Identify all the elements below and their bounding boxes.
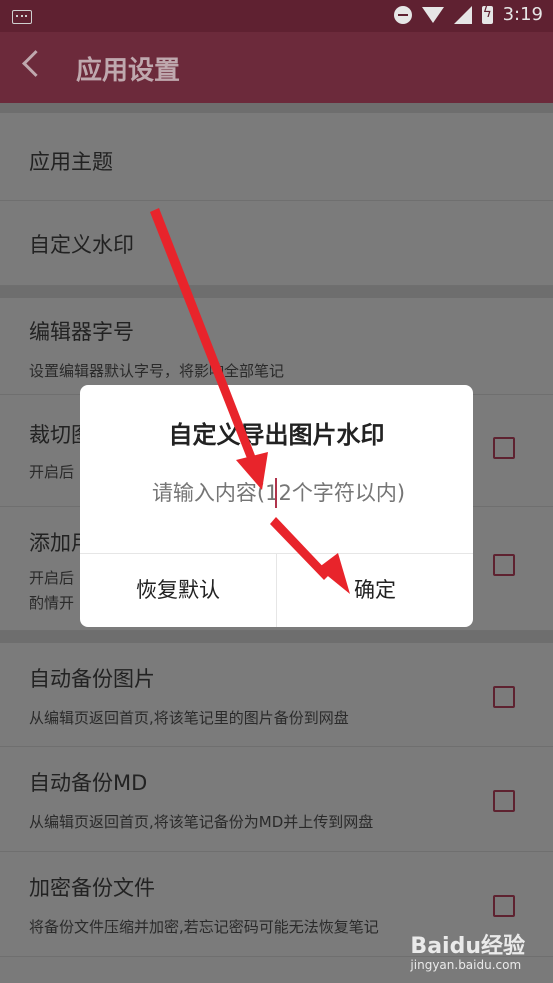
back-arrow-icon[interactable] xyxy=(22,50,49,77)
setting-desc: 酌情开 xyxy=(29,594,75,612)
setting-label: 自定义水印 xyxy=(29,233,134,257)
divider xyxy=(0,286,553,298)
watermark-brand: Baidu经验 xyxy=(410,934,525,959)
divider xyxy=(0,631,553,643)
setting-label: 自动备份MD xyxy=(29,771,148,795)
baidu-watermark: Baidu经验 jingyan.baidu.com xyxy=(410,928,525,972)
divider xyxy=(0,103,553,113)
setting-auto-backup-md[interactable]: 自动备份MD 从编辑页返回首页,将该笔记备份为MD并上传到网盘 xyxy=(0,747,553,852)
checkbox[interactable] xyxy=(493,790,515,812)
checkbox[interactable] xyxy=(493,895,515,917)
setting-label: 编辑器字号 xyxy=(29,320,134,344)
watermark-dialog: 自定义导出图片水印 恢复默认 确定 xyxy=(80,385,473,627)
setting-app-theme[interactable]: 应用主题 xyxy=(0,113,553,201)
setting-auto-backup-images[interactable]: 自动备份图片 从编辑页返回首页,将该笔记里的图片备份到网盘 xyxy=(0,643,553,747)
setting-desc: 设置编辑器默认字号，将影响全部笔记 xyxy=(29,362,285,380)
setting-desc: 开启后 xyxy=(29,463,75,481)
dialog-title: 自定义导出图片水印 xyxy=(168,421,385,449)
reset-default-button[interactable]: 恢复默认 xyxy=(80,553,276,627)
text-cursor xyxy=(275,478,277,508)
do-not-disturb-icon xyxy=(393,5,412,24)
setting-desc: 将备份文件压缩并加密,若忘记密码可能无法恢复笔记 xyxy=(29,918,379,936)
setting-label: 加密备份文件 xyxy=(29,876,155,900)
setting-editor-font-size[interactable]: 编辑器字号 设置编辑器默认字号，将影响全部笔记 xyxy=(0,298,553,395)
app-bar: 应用设置 xyxy=(0,32,553,103)
setting-label: 自动备份图片 xyxy=(29,667,155,691)
watermark-url: jingyan.baidu.com xyxy=(410,958,522,972)
status-bar: 3:19 xyxy=(0,0,553,32)
wifi-icon xyxy=(421,6,444,23)
keyboard-icon xyxy=(12,10,32,24)
checkbox[interactable] xyxy=(493,686,515,708)
setting-desc: 从编辑页返回首页,将该笔记备份为MD并上传到网盘 xyxy=(29,813,374,831)
setting-desc: 从编辑页返回首页,将该笔记里的图片备份到网盘 xyxy=(29,709,349,727)
confirm-button[interactable]: 确定 xyxy=(277,553,473,627)
checkbox[interactable] xyxy=(493,554,515,576)
signal-icon xyxy=(453,5,472,24)
checkbox[interactable] xyxy=(493,437,515,459)
setting-custom-watermark[interactable]: 自定义水印 xyxy=(0,201,553,286)
status-time: 3:19 xyxy=(502,4,543,25)
page-title: 应用设置 xyxy=(76,56,181,86)
battery-charging-icon xyxy=(481,5,493,24)
setting-label: 应用主题 xyxy=(29,150,113,174)
setting-desc: 开启后 xyxy=(29,569,75,587)
